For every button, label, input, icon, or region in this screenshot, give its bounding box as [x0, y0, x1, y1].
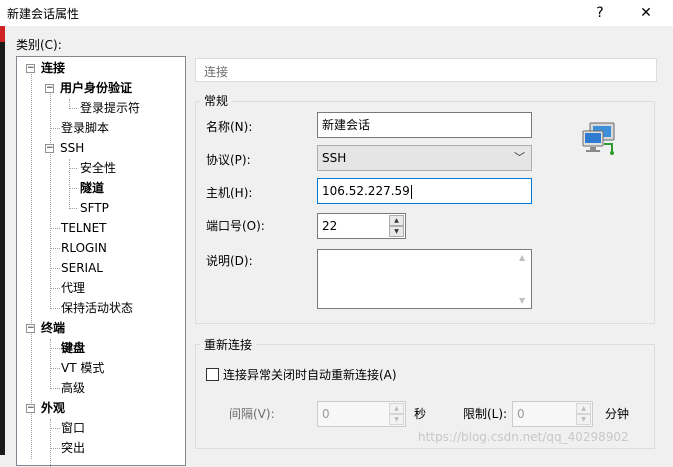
background-window-edge — [0, 26, 5, 455]
tree-guide-line — [50, 268, 60, 269]
tree-guide-line — [69, 168, 77, 169]
tree-guide-line — [50, 428, 60, 429]
collapse-icon[interactable]: − — [26, 324, 35, 333]
tree-item-ssh[interactable]: SSH — [60, 138, 84, 158]
tree-item-serial[interactable]: SERIAL — [61, 258, 103, 278]
tree-item-security[interactable]: 安全性 — [80, 158, 116, 178]
tree-item-appearance[interactable]: 外观 — [41, 398, 65, 418]
text-caret — [410, 184, 412, 199]
description-textarea[interactable]: ▲ ▼ — [317, 249, 532, 309]
description-scrollbar[interactable]: ▲ ▼ — [517, 250, 531, 308]
port-spinner[interactable]: 22 ▲ ▼ — [317, 213, 406, 239]
name-label: 名称(N): — [206, 120, 253, 134]
reconnect-group-title: 重新连接 — [200, 336, 257, 353]
tree-guide-line — [50, 348, 60, 349]
tree-item-keepalive[interactable]: 保持活动状态 — [61, 298, 133, 318]
chevron-down-icon: ﹀ — [514, 151, 525, 164]
collapse-icon[interactable]: − — [45, 144, 54, 153]
tree-guide-line — [69, 208, 77, 209]
port-value: 22 — [322, 219, 338, 233]
window-title: 新建会话属性 — [7, 7, 80, 21]
scroll-up-icon[interactable]: ▲ — [519, 253, 525, 262]
tree-item-user-auth[interactable]: 用户身份验证 — [60, 78, 132, 98]
collapse-icon[interactable]: − — [45, 84, 54, 93]
tree-guide-line — [50, 448, 60, 449]
network-sessions-icon — [582, 122, 615, 155]
tree-item-login-script[interactable]: 登录脚本 — [61, 118, 109, 138]
tree-guide-line — [69, 108, 77, 109]
tree-item-vt-modes[interactable]: VT 模式 — [61, 358, 104, 378]
close-button[interactable]: ✕ — [626, 0, 666, 26]
tree-guide-line — [50, 419, 51, 467]
tree-guide-line — [50, 308, 60, 309]
tree-guide-line — [69, 159, 70, 209]
spin-down-icon[interactable]: ▼ — [576, 414, 591, 425]
interval-unit: 秒 — [414, 407, 427, 421]
collapse-icon[interactable]: − — [26, 64, 35, 73]
host-input[interactable]: 106.52.227.59 — [317, 178, 532, 204]
tree-item-keyboard[interactable]: 键盘 — [61, 338, 85, 358]
spin-down-icon[interactable]: ▼ — [389, 226, 404, 237]
category-tree[interactable]: − − − − − 连接 用户身份验证 登录提示符 登录脚本 SSH 安全性 隧… — [16, 56, 186, 467]
limit-label: 限制(L): — [463, 407, 508, 421]
tree-item-sftp[interactable]: SFTP — [80, 198, 109, 218]
port-label: 端口号(O): — [206, 219, 265, 233]
tree-item-window[interactable]: 窗口 — [61, 418, 85, 438]
scroll-down-icon[interactable]: ▼ — [519, 296, 525, 305]
spin-down-icon[interactable]: ▼ — [389, 414, 404, 425]
general-group-title: 常规 — [200, 92, 233, 109]
category-label: 类别(C): — [16, 38, 62, 52]
tree-item-tunnels[interactable]: 隧道 — [80, 178, 104, 198]
tree-item-login-prompts[interactable]: 登录提示符 — [80, 98, 140, 118]
host-label: 主机(H): — [206, 186, 253, 200]
tree-item-rlogin[interactable]: RLOGIN — [61, 238, 107, 258]
spin-up-icon[interactable]: ▲ — [389, 215, 404, 226]
spin-up-icon[interactable]: ▲ — [389, 403, 404, 414]
tree-item-terminal[interactable]: 终端 — [41, 318, 65, 338]
tree-item-advanced[interactable]: 高级 — [61, 378, 85, 398]
tree-guide-line — [50, 388, 60, 389]
description-label: 说明(D): — [206, 254, 253, 268]
tree-guide-line — [31, 69, 32, 459]
limit-spinner[interactable]: 0 ▲ ▼ — [512, 401, 593, 427]
interval-spinner[interactable]: 0 ▲ ▼ — [317, 401, 406, 427]
protocol-value: SSH — [322, 151, 347, 165]
tree-guide-line — [50, 228, 60, 229]
tree-guide-line — [50, 128, 60, 129]
tree-guide-line — [50, 368, 60, 369]
watermark-text: https://blog.csdn.net/qq_40298902 — [418, 430, 629, 444]
limit-unit: 分钟 — [605, 407, 630, 421]
spin-up-icon[interactable]: ▲ — [576, 403, 591, 414]
tree-guide-line — [50, 339, 51, 389]
title-bar: 新建会话属性 ? ✕ — [0, 0, 673, 26]
panel-header: 连接 — [195, 58, 657, 82]
protocol-label: 协议(P): — [206, 153, 251, 167]
tree-guide-line — [69, 188, 77, 189]
tree-guide-line — [50, 89, 51, 309]
tree-guide-line — [50, 288, 60, 289]
interval-label: 间隔(V): — [229, 407, 275, 421]
help-button[interactable]: ? — [580, 0, 620, 26]
interval-value: 0 — [322, 407, 330, 421]
limit-value: 0 — [517, 407, 525, 421]
name-input[interactable]: 新建会话 — [317, 112, 532, 138]
tree-item-connection[interactable]: 连接 — [41, 58, 65, 78]
tree-item-telnet[interactable]: TELNET — [61, 218, 107, 238]
tree-item-highlight[interactable]: 突出 — [61, 438, 85, 458]
panel-header-title: 连接 — [204, 65, 229, 79]
tree-item-proxy[interactable]: 代理 — [61, 278, 85, 298]
tree-guide-line — [50, 248, 60, 249]
collapse-icon[interactable]: − — [26, 404, 35, 413]
auto-reconnect-checkbox[interactable] — [206, 368, 219, 381]
auto-reconnect-option[interactable]: 连接异常关闭时自动重新连接(A) — [206, 366, 397, 383]
auto-reconnect-label: 连接异常关闭时自动重新连接(A) — [223, 368, 397, 382]
protocol-select[interactable]: SSH ﹀ — [317, 145, 532, 171]
host-value: 106.52.227.59 — [322, 184, 410, 198]
